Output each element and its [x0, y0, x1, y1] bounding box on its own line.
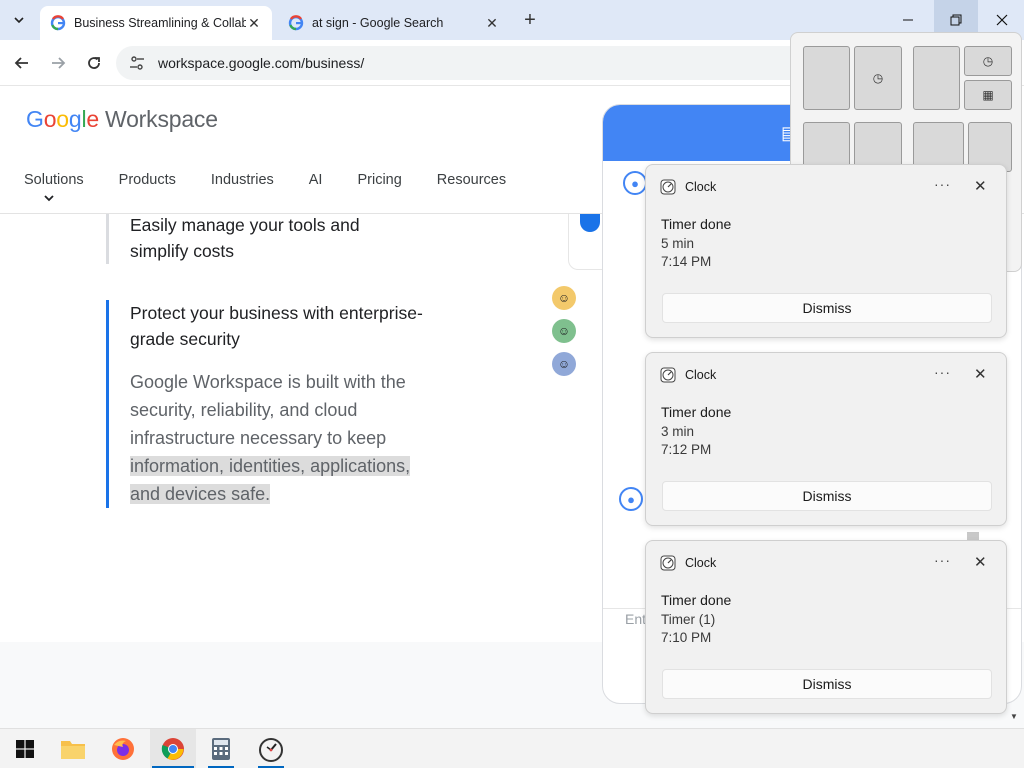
notification-detail: 5 min: [661, 236, 695, 251]
forward-button[interactable]: [46, 51, 70, 75]
notification-detail: Timer (1): [661, 612, 716, 627]
toast-notification[interactable]: Clock ··· ✕ Timer done 3 min 7:12 PM Dis…: [645, 352, 1007, 526]
taskbar: [0, 728, 1024, 768]
taskbar-chrome[interactable]: [150, 729, 196, 768]
close-icon[interactable]: ✕: [246, 15, 262, 31]
notification-app-name: Clock: [685, 180, 717, 194]
scrollbar-thumb[interactable]: [967, 532, 979, 540]
tab-title: Business Streamlining & Collab: [74, 16, 246, 30]
toast-notification[interactable]: Clock ··· ✕ Timer done 5 min 7:14 PM Dis…: [645, 164, 1007, 338]
close-icon[interactable]: ✕: [974, 177, 987, 195]
logo-product-name: Workspace: [105, 106, 218, 132]
clock-app-icon: [660, 367, 676, 383]
tab-title: at sign - Google Search: [312, 16, 444, 30]
taskbar-clock[interactable]: [248, 729, 294, 768]
reload-icon: [88, 57, 100, 69]
tab-at-sign-search[interactable]: at sign - Google Search ✕: [278, 6, 510, 40]
nav-solutions[interactable]: Solutions: [24, 172, 84, 202]
start-button[interactable]: [2, 729, 48, 768]
reload-button[interactable]: [82, 51, 106, 75]
google-workspace-logo[interactable]: Google Workspace: [26, 106, 218, 133]
avatar: ☺: [552, 286, 576, 310]
chrome-icon: [161, 738, 184, 760]
back-button[interactable]: [10, 51, 34, 75]
taskbar-file-explorer[interactable]: [50, 729, 96, 768]
active-section-indicator: [106, 300, 109, 508]
site-nav: Solutions Products Industries AI Pricing…: [24, 172, 541, 202]
feature-body-security: Google Workspace is built with the secur…: [130, 372, 411, 504]
chevron-down-icon: [14, 17, 24, 24]
notification-time: 7:14 PM: [661, 254, 712, 269]
clock-app-icon: ◷: [872, 71, 884, 85]
avatar-stack: ☺ ☺ ☺: [552, 286, 576, 385]
clock-app-icon: [660, 555, 676, 571]
nav-resources[interactable]: Resources: [437, 172, 506, 188]
notification-time: 7:12 PM: [661, 442, 712, 457]
notification-title: Timer done: [661, 216, 732, 232]
nav-pricing[interactable]: Pricing: [357, 172, 401, 188]
arrow-left-icon: [14, 57, 28, 69]
tab-business-streamlining[interactable]: Business Streamlining & Collab ✕: [40, 6, 272, 40]
google-favicon-icon: [288, 15, 304, 31]
clock-app-icon: [660, 179, 676, 195]
clock-app-icon: [259, 738, 283, 762]
more-options-icon[interactable]: ···: [934, 176, 951, 192]
notification-title: Timer done: [661, 592, 732, 608]
file-explorer-icon: [61, 741, 85, 759]
notification-time: 7:10 PM: [661, 630, 712, 645]
dismiss-button[interactable]: Dismiss: [662, 669, 992, 699]
close-icon[interactable]: ✕: [484, 15, 500, 31]
calculator-icon: [212, 738, 230, 760]
nav-industries[interactable]: Industries: [211, 172, 274, 188]
user-avatar-icon: ●: [623, 171, 647, 195]
avatar: ☺: [552, 319, 576, 343]
notification-title: Timer done: [661, 404, 732, 420]
close-icon[interactable]: ✕: [974, 365, 987, 383]
feature-heading-manage-tools[interactable]: Easily manage your tools and simplify co…: [130, 212, 410, 264]
selected-text: information, identities, applications, a…: [130, 456, 411, 504]
more-options-icon[interactable]: ···: [934, 552, 951, 568]
scroll-down-icon[interactable]: ▼: [1010, 712, 1018, 721]
minimize-icon: [903, 19, 913, 21]
clock-app-icon: ◷: [982, 54, 994, 68]
nav-products[interactable]: Products: [119, 172, 176, 188]
arrow-right-icon: [52, 57, 66, 69]
chat-input-placeholder: Ent: [625, 611, 647, 627]
snap-zone[interactable]: ◷: [854, 46, 902, 110]
taskbar-calculator[interactable]: [198, 729, 244, 768]
tab-search-button[interactable]: [6, 8, 32, 32]
snap-zone[interactable]: [913, 46, 960, 110]
url-text: workspace.google.com/business/: [158, 55, 365, 71]
toast-notification[interactable]: Clock ··· ✕ Timer done Timer (1) 7:10 PM…: [645, 540, 1007, 714]
avatar: ☺: [552, 352, 576, 376]
chevron-down-icon: [44, 194, 54, 205]
feature-heading-security[interactable]: Protect your business with enterprise-gr…: [130, 300, 430, 352]
close-icon: [996, 14, 1008, 26]
restore-icon: [950, 14, 962, 26]
notification-detail: 3 min: [661, 424, 695, 439]
dismiss-button[interactable]: Dismiss: [662, 293, 992, 323]
close-icon[interactable]: ✕: [974, 553, 987, 571]
dismiss-button[interactable]: Dismiss: [662, 481, 992, 511]
user-avatar-icon: ●: [619, 487, 643, 511]
nav-ai[interactable]: AI: [309, 172, 323, 188]
start-icon: [16, 740, 34, 758]
site-settings-icon[interactable]: [128, 54, 146, 72]
more-options-icon[interactable]: ···: [934, 364, 951, 380]
snap-zone[interactable]: ◷: [964, 46, 1012, 76]
firefox-icon: [112, 738, 134, 760]
snap-zone[interactable]: [803, 46, 850, 110]
snap-zone[interactable]: ▦: [964, 80, 1012, 110]
taskbar-firefox[interactable]: [100, 729, 146, 768]
new-tab-button[interactable]: +: [518, 10, 542, 32]
notification-app-name: Clock: [685, 368, 717, 382]
google-favicon-icon: [50, 15, 66, 31]
calculator-icon: ▦: [982, 88, 994, 102]
notification-app-name: Clock: [685, 556, 717, 570]
